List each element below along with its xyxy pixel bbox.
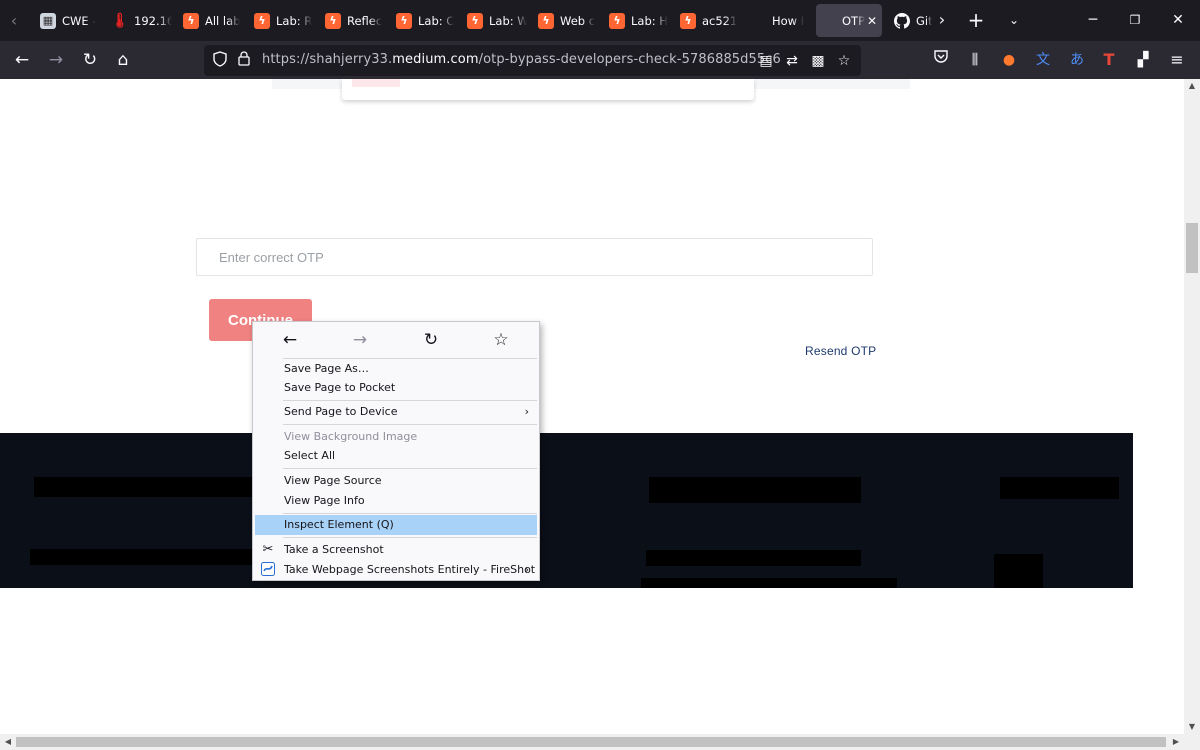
form-card-top [342, 79, 754, 100]
extension-translate-icon[interactable]: 文 [1032, 49, 1054, 71]
new-tab-icon[interactable]: + [964, 8, 988, 32]
close-tab-icon[interactable]: ✕ [867, 14, 877, 28]
tab-web-c[interactable]: ϟ Web c [532, 4, 598, 37]
portswigger-icon: ϟ [183, 12, 199, 29]
horizontal-scrollbar[interactable]: ◀ ▶ [0, 734, 1184, 750]
tab-ip[interactable]: 🌡 192.16 [106, 4, 172, 37]
horizontal-scroll-thumb[interactable] [16, 737, 1166, 747]
tab-how-i[interactable]: How I [766, 4, 814, 37]
context-bookmark-icon[interactable]: ☆ [487, 328, 515, 352]
reader-view-icon[interactable]: ▤ [756, 51, 776, 71]
tracking-protection-shield-icon[interactable] [210, 51, 230, 71]
screenshot-icon: ✂ [262, 542, 274, 557]
restore-icon[interactable]: ❐ [1120, 8, 1150, 32]
portswigger-icon: ϟ [680, 12, 696, 29]
navigation-toolbar: ← → ↻ ⌂ https://shahjerry33.medium.com/o… [0, 41, 1200, 79]
lock-icon[interactable] [234, 51, 254, 71]
portswigger-icon: ϟ [325, 12, 341, 29]
tab-all-labs[interactable]: ϟ All lab [177, 4, 243, 37]
library-icon[interactable]: ⫼ [964, 49, 986, 71]
extensions-icon[interactable]: ▞ [1132, 49, 1154, 71]
context-back-icon[interactable]: ← [276, 328, 304, 352]
extension-translator-icon[interactable]: あ [1066, 49, 1088, 71]
otp-input[interactable] [196, 238, 873, 276]
page-content: Continue Resend OTP [0, 79, 1184, 734]
menu-select-all[interactable]: Select All [255, 446, 537, 466]
redacted-block [30, 549, 254, 565]
extension-fox-icon[interactable]: ● [998, 49, 1020, 71]
tab-scroll-right-icon[interactable]: › [930, 8, 954, 32]
portswigger-icon: ϟ [538, 12, 554, 29]
menu-view-page-source[interactable]: View Page Source [255, 471, 537, 491]
menu-send-page-to-device[interactable]: Send Page to Device › [255, 402, 537, 422]
tab-lab-h[interactable]: ϟ Lab: H [603, 4, 669, 37]
tab-scroll-left-icon[interactable]: ‹ [4, 9, 24, 33]
github-icon [894, 12, 910, 29]
redacted-block [34, 477, 254, 497]
minimize-icon[interactable]: ─ [1078, 8, 1108, 32]
tab-lab-r[interactable]: ϟ Lab: R [248, 4, 314, 37]
menu-save-page-as[interactable]: Save Page As… [255, 359, 537, 379]
tab-ac521[interactable]: ϟ ac521 [674, 4, 746, 37]
menu-save-to-pocket[interactable]: Save Page to Pocket [255, 378, 537, 398]
translate-icon[interactable]: ⇄ [782, 51, 802, 71]
menu-take-screenshot[interactable]: ✂ Take a Screenshot [255, 540, 537, 560]
url-text[interactable]: https://shahjerry33.medium.com/otp-bypas… [262, 52, 781, 67]
bookmark-star-icon[interactable]: ☆ [834, 51, 854, 71]
page-footer [0, 433, 1133, 588]
list-all-tabs-icon[interactable]: ⌄ [1002, 8, 1026, 32]
context-menu-navigation: ← → ↻ ☆ [253, 322, 539, 358]
menu-fireshot[interactable]: Take Webpage Screenshots Entirely - Fire… [255, 560, 537, 580]
scroll-right-icon[interactable]: ▶ [1168, 734, 1184, 750]
forward-icon[interactable]: → [42, 47, 70, 73]
context-reload-icon[interactable]: ↻ [417, 328, 445, 352]
vertical-scrollbar[interactable]: ▲ ▼ [1184, 79, 1200, 734]
reload-icon[interactable]: ↻ [76, 47, 104, 73]
redacted-block [641, 578, 897, 588]
portswigger-icon: ϟ [467, 12, 483, 29]
tab-github[interactable]: Git [888, 4, 932, 37]
menu-inspect-element[interactable]: Inspect Element (Q) [255, 515, 537, 535]
portswigger-icon: ϟ [254, 12, 270, 29]
url-bar[interactable]: https://shahjerry33.medium.com/otp-bypas… [204, 45, 861, 76]
tab-strip: ‹ ▦ CWE - 🌡 192.16 ϟ All lab ϟ Lab: R ϟ … [0, 0, 1200, 41]
fireshot-icon [260, 562, 276, 578]
redacted-block [1000, 477, 1119, 499]
thermometer-icon: 🌡 [111, 12, 129, 29]
vertical-scroll-thumb[interactable] [1186, 223, 1198, 273]
redacted-block [646, 550, 861, 566]
menu-view-background-image: View Background Image [284, 430, 418, 443]
cwe-icon: ▦ [40, 12, 56, 29]
qr-code-icon[interactable]: ▩ [808, 51, 828, 71]
scroll-down-icon[interactable]: ▼ [1184, 720, 1200, 734]
tab-otp-active[interactable]: OTP ✕ [816, 4, 882, 37]
extension-t-icon[interactable]: T [1098, 49, 1120, 71]
redacted-block [649, 477, 861, 503]
scroll-left-icon[interactable]: ◀ [0, 734, 16, 750]
portswigger-icon: ϟ [609, 12, 625, 29]
context-menu: ← → ↻ ☆ Save Page As… Save Page to Pocke… [252, 321, 540, 581]
back-icon[interactable]: ← [8, 47, 36, 73]
resend-otp-link[interactable]: Resend OTP [805, 344, 876, 358]
portswigger-icon: ϟ [396, 12, 412, 29]
submenu-arrow-icon: › [524, 405, 529, 418]
menu-view-page-info[interactable]: View Page Info [255, 491, 537, 511]
tab-lab-c[interactable]: ϟ Lab: C [390, 4, 456, 37]
redacted-block [994, 554, 1043, 588]
submenu-arrow-icon: › [524, 563, 529, 576]
close-window-icon[interactable]: ✕ [1163, 8, 1193, 32]
tab-lab-w[interactable]: ϟ Lab: W [461, 4, 527, 37]
pocket-icon[interactable] [930, 49, 952, 71]
tab-reflected[interactable]: ϟ Reflec [319, 4, 385, 37]
app-menu-icon[interactable]: ≡ [1166, 49, 1188, 71]
context-forward-icon[interactable]: → [346, 328, 374, 352]
tab-cwe[interactable]: ▦ CWE - [34, 4, 102, 37]
home-icon[interactable]: ⌂ [109, 47, 137, 73]
scroll-up-icon[interactable]: ▲ [1184, 79, 1200, 93]
